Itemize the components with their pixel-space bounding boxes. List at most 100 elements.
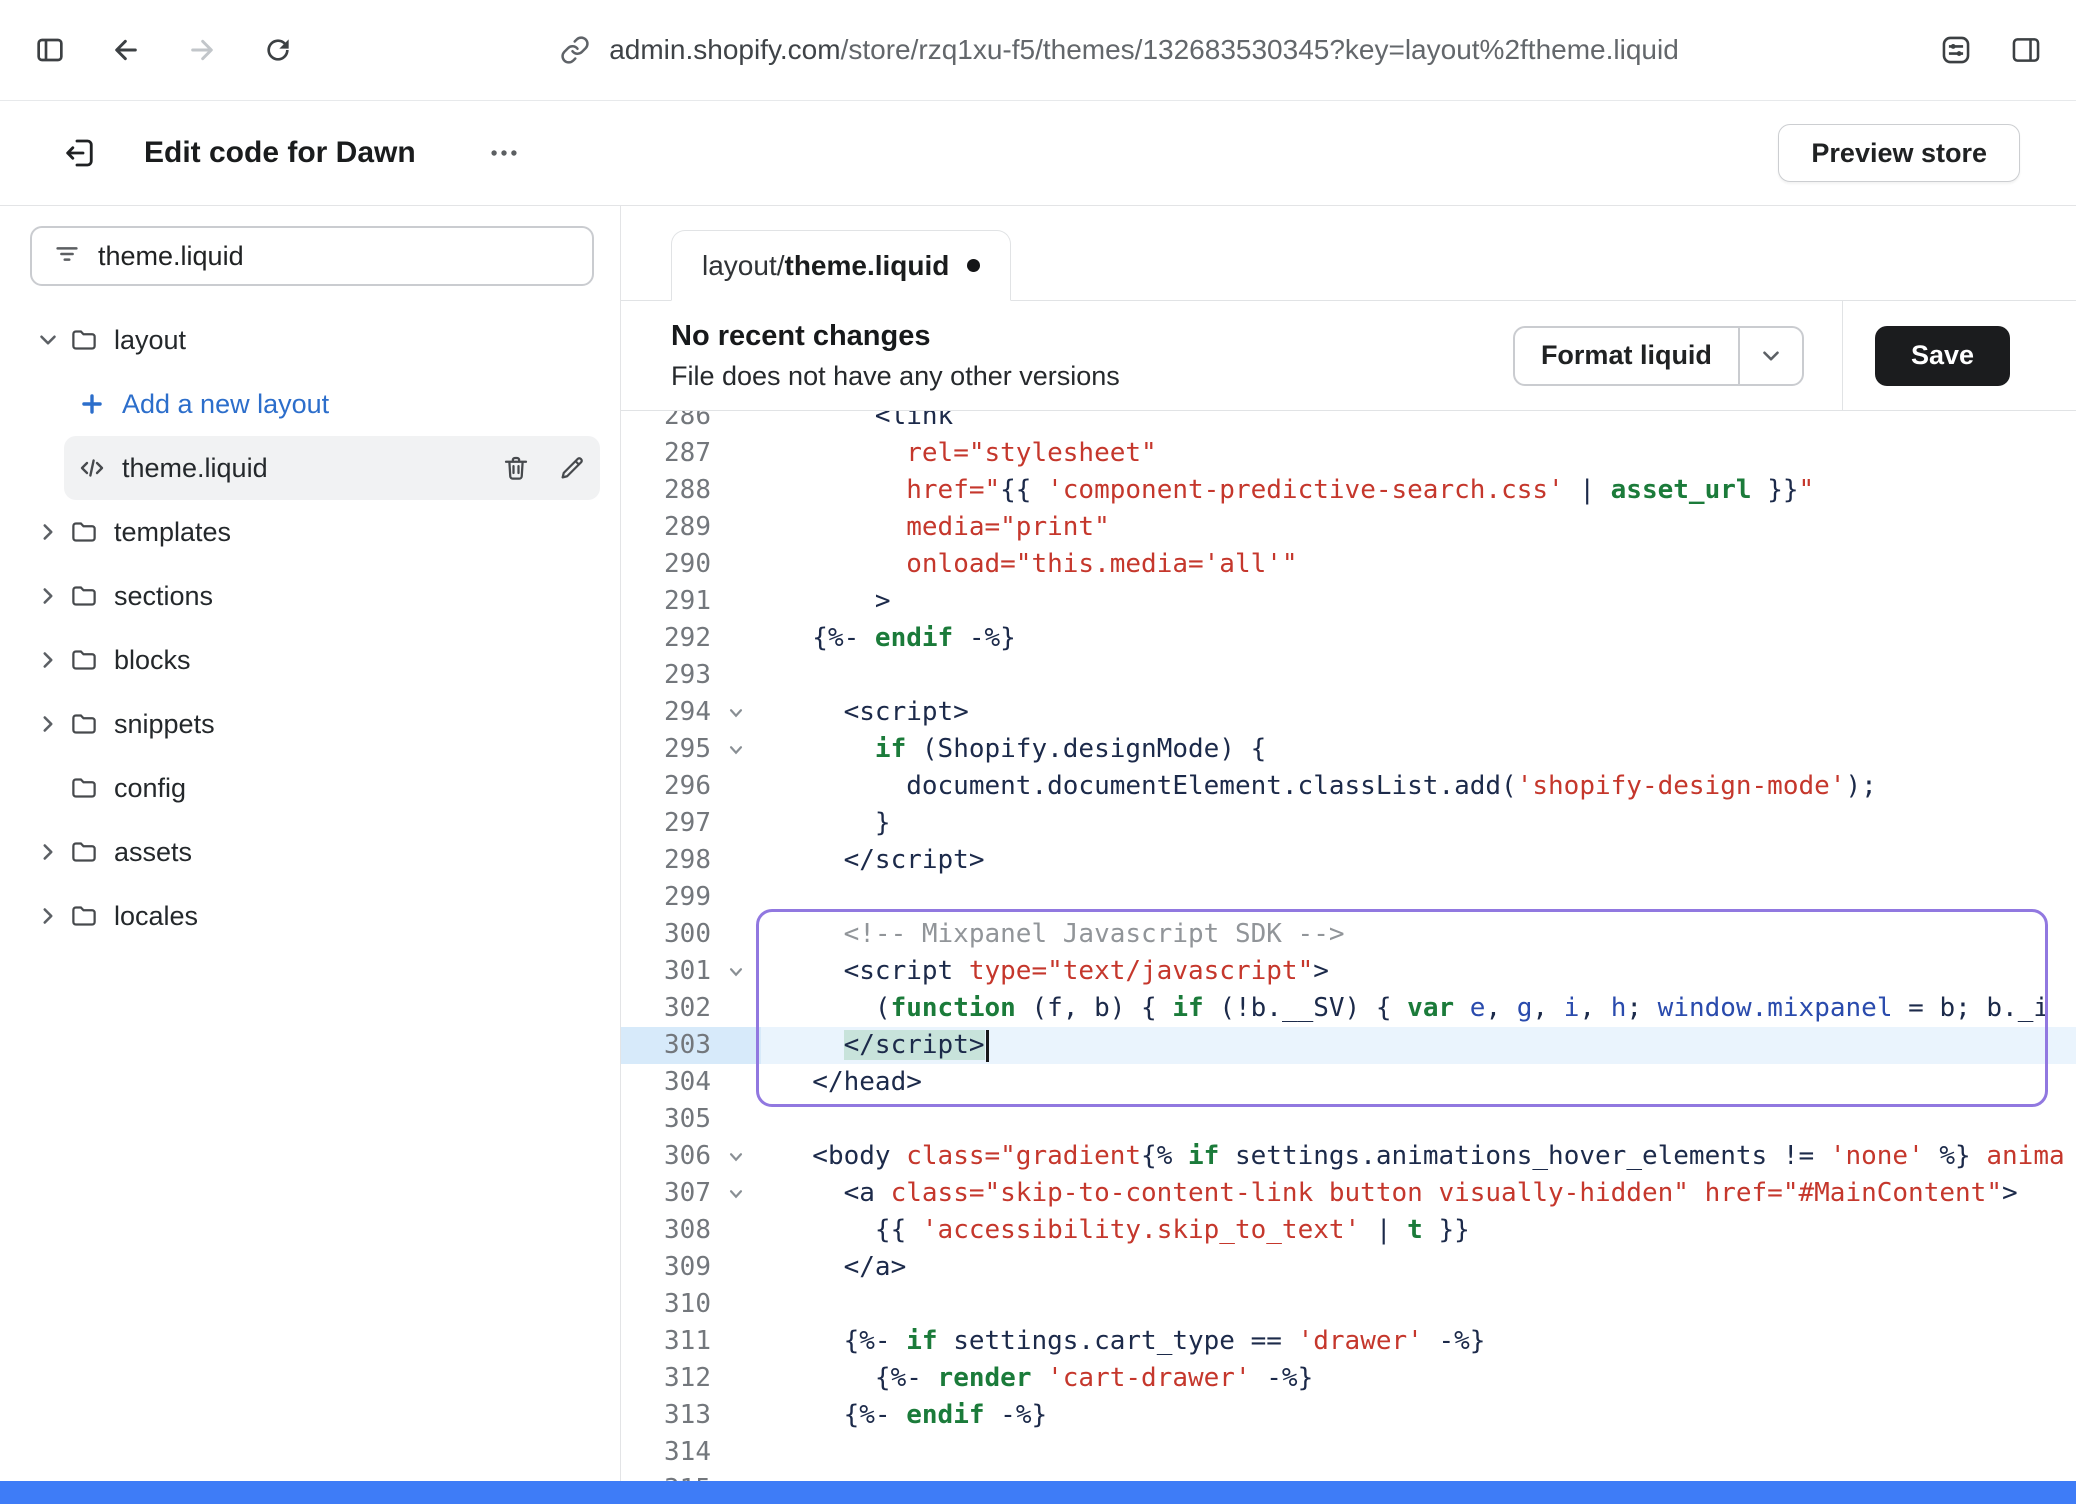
file-search-input[interactable] (98, 241, 572, 272)
code-line-308: 308 {{ 'accessibility.skip_to_text' | t … (621, 1212, 2076, 1249)
line-number: 299 (621, 879, 711, 916)
file-search-box[interactable] (30, 226, 594, 286)
forward-button[interactable] (178, 26, 226, 74)
address-bar[interactable]: admin.shopify.com/store/rzq1xu-f5/themes… (330, 26, 1904, 74)
sidebar-item-label: sections (114, 581, 213, 612)
panel-divider (1842, 301, 1843, 410)
side-panel-button[interactable] (2002, 26, 2050, 74)
status-subtitle: File does not have any other versions (671, 361, 1120, 392)
sidebar-item-layout[interactable]: layout (20, 308, 600, 372)
sidebar-item-assets[interactable]: assets (20, 820, 600, 884)
line-number: 312 (621, 1360, 711, 1397)
code-file-icon (74, 450, 110, 486)
line-number: 297 (621, 805, 711, 842)
code-line-297: 297 } (621, 805, 2076, 842)
code-line-301: 301 <script type="text/javascript"> (621, 953, 2076, 990)
code-line-310: 310 (621, 1286, 2076, 1323)
sidebar-item-config[interactable]: config (20, 756, 600, 820)
sidebar-item-templates[interactable]: templates (20, 500, 600, 564)
chevron-down-icon[interactable] (30, 322, 66, 358)
sidebar-item-snippets[interactable]: snippets (20, 692, 600, 756)
fold-toggle-icon[interactable] (711, 953, 761, 990)
fold-toggle-icon[interactable] (711, 1138, 761, 1175)
fold-placeholder (711, 1360, 761, 1397)
sidebar-item-add-new-layout[interactable]: Add a new layout (64, 372, 600, 436)
fold-toggle-icon[interactable] (711, 694, 761, 731)
tab-theme-liquid[interactable]: layout/theme.liquid (671, 230, 1011, 301)
fold-placeholder (711, 1323, 761, 1360)
rename-file-button[interactable] (554, 450, 590, 486)
sidebar-item-blocks[interactable]: blocks (20, 628, 600, 692)
extensions-icon-button[interactable] (1932, 26, 1980, 74)
sidebar-item-locales[interactable]: locales (20, 884, 600, 948)
save-button[interactable]: Save (1875, 326, 2010, 386)
fold-toggle-icon[interactable] (711, 731, 761, 768)
sidebar-item-sections[interactable]: sections (20, 564, 600, 628)
code-line-296: 296 document.documentElement.classList.a… (621, 768, 2076, 805)
chevron-right-icon[interactable] (30, 578, 66, 614)
code-line-288: 288 href="{{ 'component-predictive-searc… (621, 472, 2076, 509)
tab-file-name: theme.liquid (785, 250, 950, 282)
fold-placeholder (711, 805, 761, 842)
code-line-292: 292 {%- endif -%} (621, 620, 2076, 657)
fold-toggle-icon[interactable] (711, 1175, 761, 1212)
fold-placeholder (711, 1434, 761, 1471)
exit-code-editor-button[interactable] (56, 129, 104, 177)
file-tree: layout Add a new layouttheme.liquid templa… (0, 296, 620, 948)
link-icon (555, 26, 595, 74)
line-number: 304 (621, 1064, 711, 1101)
sidebar-item-label: layout (114, 325, 186, 356)
line-number: 291 (621, 583, 711, 620)
more-actions-button[interactable] (480, 129, 528, 177)
code-line-293: 293 (621, 657, 2076, 694)
code-line-309: 309 </a> (621, 1249, 2076, 1286)
code-line-306: 306 <body class="gradient{% if settings.… (621, 1138, 2076, 1175)
line-number: 309 (621, 1249, 711, 1286)
sidebar-item-label: templates (114, 517, 231, 548)
back-button[interactable] (102, 26, 150, 74)
unsaved-changes-dot (967, 259, 980, 272)
folder-icon (66, 898, 102, 934)
code-line-313: 313 {%- endif -%} (621, 1397, 2076, 1434)
filter-icon (52, 239, 82, 274)
code-line-286: 286 <link (621, 411, 2076, 435)
code-line-311: 311 {%- if settings.cart_type == 'drawer… (621, 1323, 2076, 1360)
chevron-placeholder (30, 770, 66, 806)
line-number: 288 (621, 472, 711, 509)
app-header: Edit code for Dawn Preview store (0, 101, 2076, 206)
fold-placeholder (711, 1397, 761, 1434)
format-liquid-button[interactable]: Format liquid (1515, 328, 1738, 384)
chevron-right-icon[interactable] (30, 514, 66, 550)
chevron-right-icon[interactable] (30, 834, 66, 870)
folder-icon (66, 578, 102, 614)
line-number: 306 (621, 1138, 711, 1175)
fold-placeholder (711, 620, 761, 657)
sidebar-item-theme-liquid[interactable]: theme.liquid (64, 436, 600, 500)
file-sidebar: layout Add a new layouttheme.liquid templa… (0, 206, 621, 1481)
line-number: 314 (621, 1434, 711, 1471)
code-line-315: 315 (621, 1471, 2076, 1481)
code-editor[interactable]: 286 <link287 rel="stylesheet"288 href="{… (621, 411, 2076, 1481)
delete-file-button[interactable] (498, 450, 534, 486)
line-number: 301 (621, 953, 711, 990)
reload-button[interactable] (254, 26, 302, 74)
chevron-right-icon[interactable] (30, 642, 66, 678)
fold-placeholder (711, 916, 761, 953)
sidebar-item-label: locales (114, 901, 198, 932)
text-cursor (986, 1030, 989, 1062)
format-options-caret-button[interactable] (1740, 328, 1802, 384)
fold-placeholder (711, 583, 761, 620)
preview-store-button[interactable]: Preview store (1778, 124, 2020, 182)
chevron-right-icon[interactable] (30, 706, 66, 742)
line-number: 295 (621, 731, 711, 768)
fold-placeholder (711, 657, 761, 694)
fold-placeholder (711, 435, 761, 472)
code-line-294: 294 <script> (621, 694, 2076, 731)
line-number: 294 (621, 694, 711, 731)
line-number: 313 (621, 1397, 711, 1434)
window-sidebar-toggle-button[interactable] (26, 26, 74, 74)
fold-placeholder (711, 1249, 761, 1286)
fold-placeholder (711, 546, 761, 583)
fold-placeholder (711, 842, 761, 879)
chevron-right-icon[interactable] (30, 898, 66, 934)
